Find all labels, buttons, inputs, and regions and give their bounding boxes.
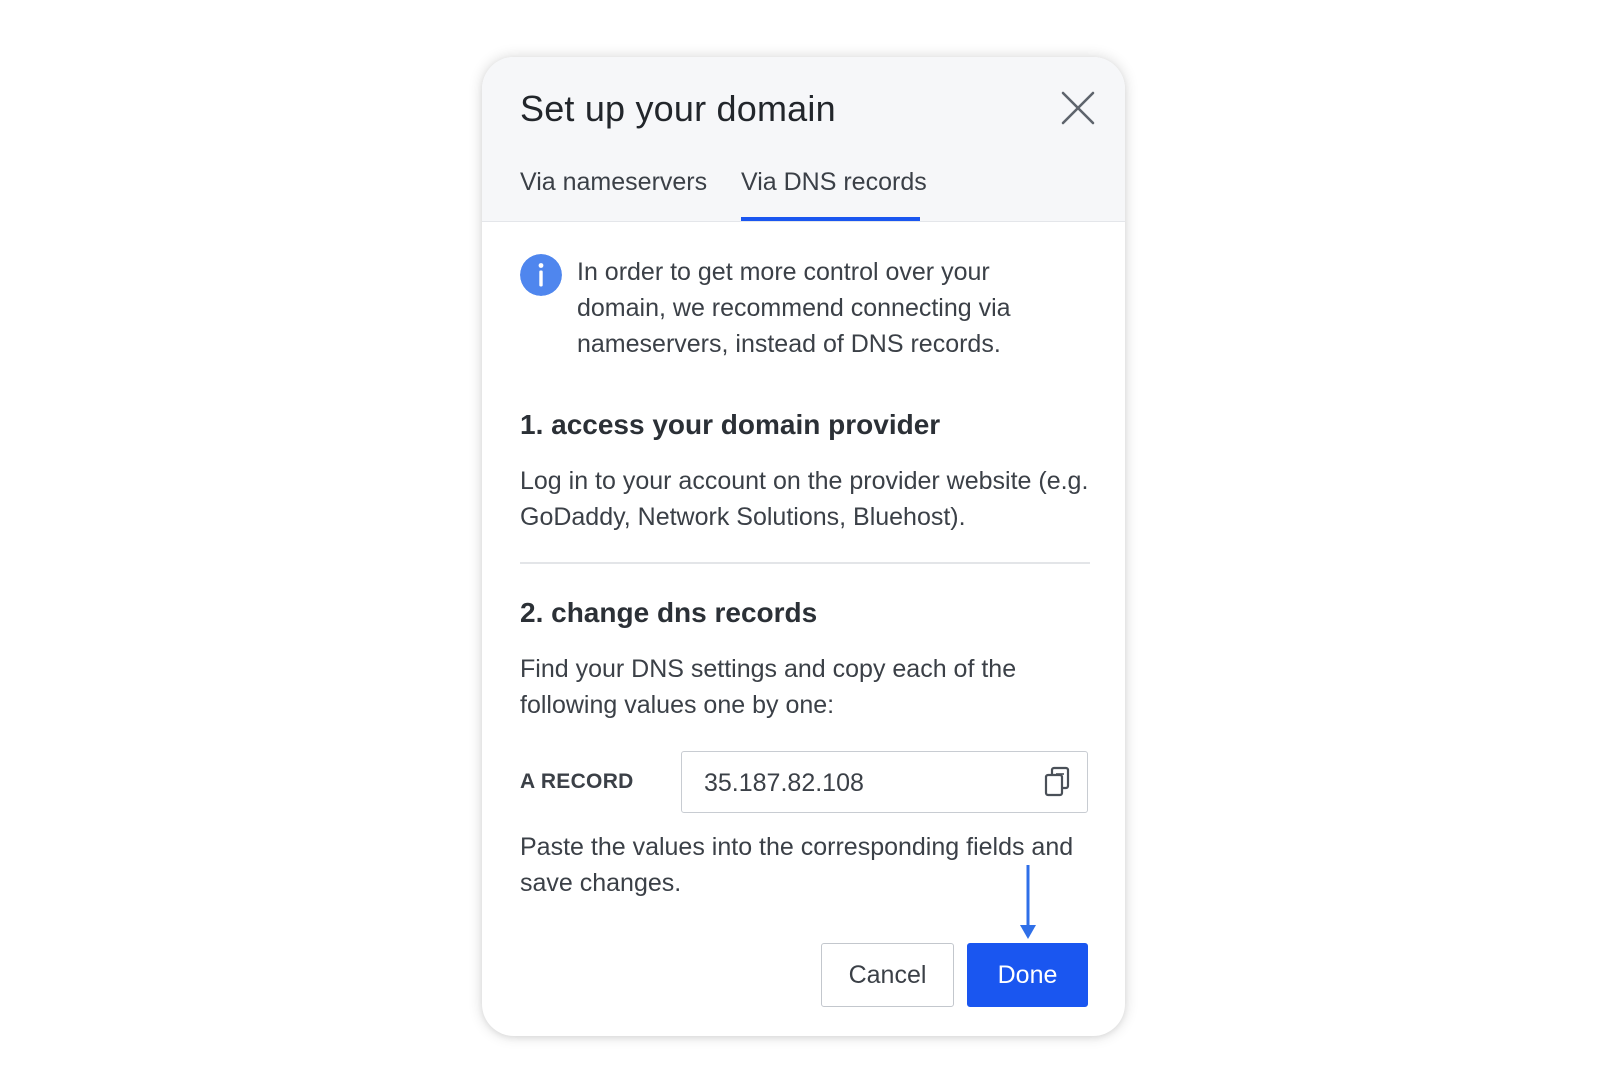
info-message: In order to get more control over your d… — [577, 258, 1011, 358]
dialog-title: Set up your domain — [520, 88, 836, 129]
setup-domain-dialog: Set up your domain Via nameservers Via D… — [482, 57, 1125, 1036]
step-1-description: Log in to your account on the provider w… — [520, 467, 1089, 531]
dialog-header: Set up your domain Via nameservers Via D… — [482, 57, 1125, 222]
a-record-value[interactable]: 35.187.82.108 — [704, 769, 864, 798]
active-tab-indicator — [741, 217, 920, 221]
step-1-title: 1. access your domain provider — [520, 409, 941, 440]
paste-instructions: Paste the values into the corresponding … — [520, 833, 1074, 897]
done-button[interactable]: Done — [967, 943, 1088, 1007]
copy-icon[interactable] — [1043, 766, 1071, 798]
tab-via-nameservers[interactable]: Via nameservers — [520, 168, 707, 197]
step-2-description: Find your DNS settings and copy each of … — [520, 655, 1017, 719]
tab-via-dns-records[interactable]: Via DNS records — [741, 168, 927, 197]
annotation-arrow-icon — [1020, 865, 1036, 939]
close-icon[interactable] — [1060, 90, 1096, 126]
a-record-field[interactable]: 35.187.82.108 — [681, 751, 1088, 813]
step-2-title: 2. change dns records — [520, 597, 818, 628]
a-record-label: A RECORD — [520, 770, 634, 793]
info-icon — [520, 254, 562, 296]
cancel-button[interactable]: Cancel — [821, 943, 954, 1007]
section-divider — [520, 562, 1090, 564]
